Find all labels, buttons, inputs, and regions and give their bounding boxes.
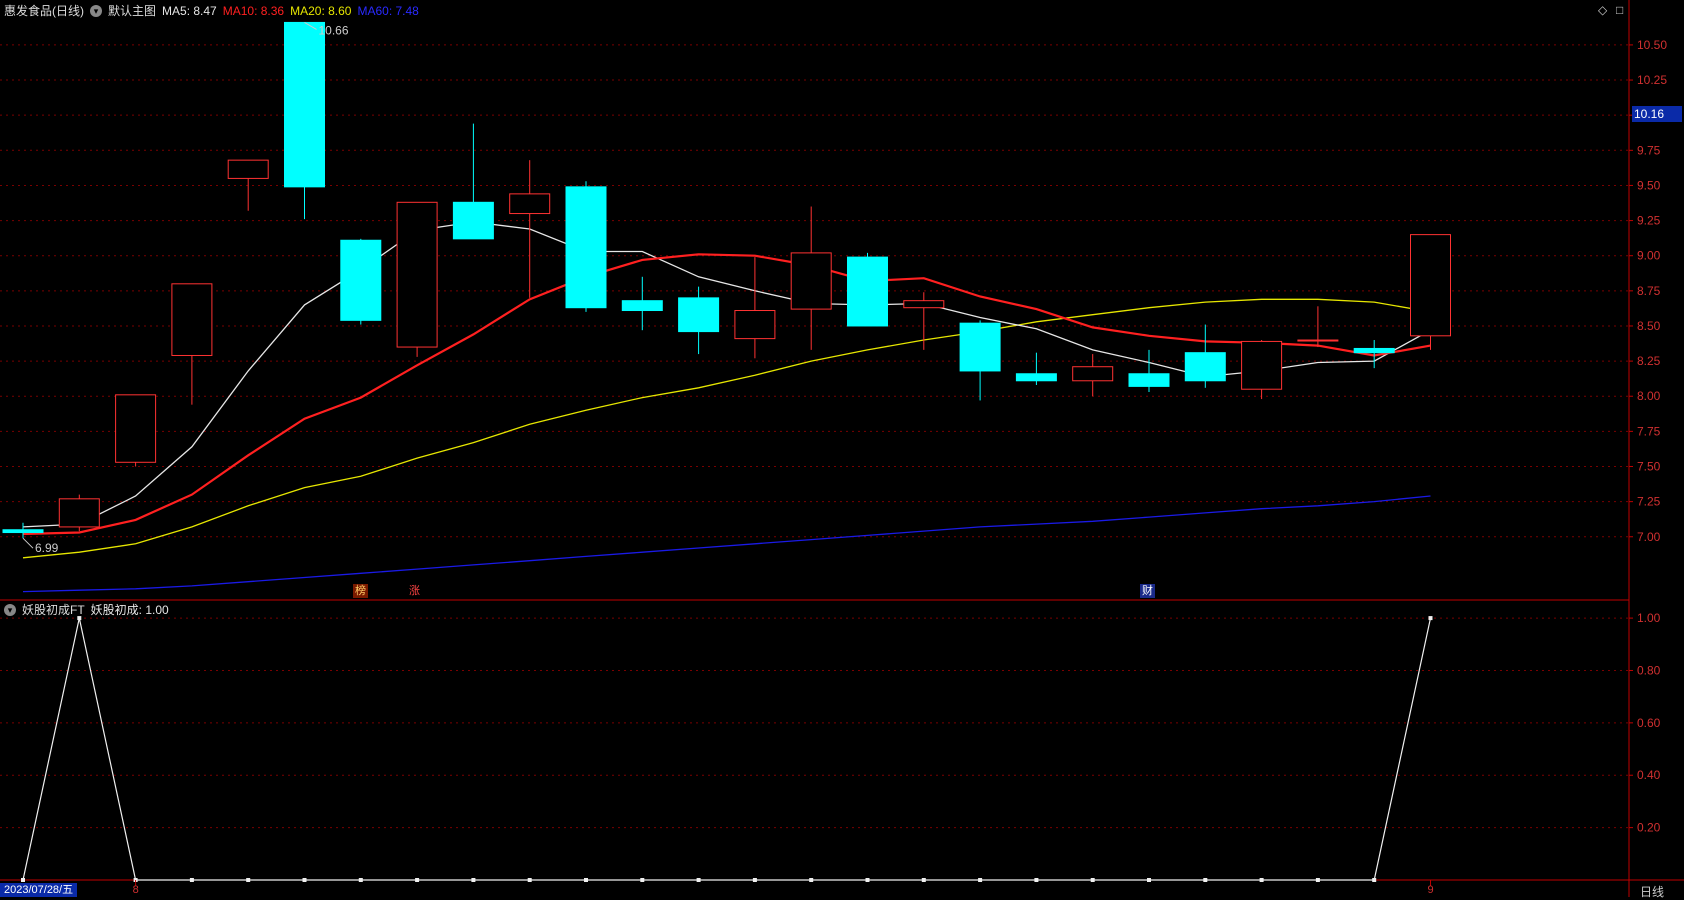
ma5-label: MA5: 8.47 (162, 3, 217, 18)
indicator-point (752, 878, 757, 882)
month-label: 8 (133, 884, 139, 896)
rank-marker[interactable]: 榜 (353, 584, 368, 598)
candle-body-down (565, 186, 607, 309)
candle-body-up (115, 394, 157, 463)
indicator-tick-label: 0.80 (1637, 663, 1661, 677)
price-tick-label: 9.50 (1637, 178, 1661, 192)
indicator-point (302, 878, 307, 882)
indicator-point (1203, 878, 1208, 882)
candle-body-up (1072, 366, 1114, 382)
finance-marker[interactable]: 财 (1140, 584, 1155, 598)
candle-body-down (1353, 347, 1395, 354)
limit-up-marker[interactable]: 涨 (407, 584, 422, 598)
indicator-point (921, 878, 926, 882)
diamond-icon[interactable]: ◇ (1598, 3, 1607, 17)
indicator-point (1372, 878, 1377, 882)
candle-body-down (1128, 373, 1170, 387)
candle-body-down (340, 239, 382, 321)
indicator-point (1428, 616, 1433, 621)
candle-body-down (621, 300, 663, 312)
price-tick-label: 10.25 (1637, 73, 1667, 87)
price-tick-label: 8.75 (1637, 284, 1661, 298)
indicator-point (471, 878, 476, 882)
indicator-point (696, 878, 701, 882)
maximize-icon[interactable]: □ (1616, 3, 1623, 17)
ma20-line (22, 298, 1431, 559)
last-price-tag: 10.16 (1632, 106, 1682, 122)
price-tick-label: 7.00 (1637, 530, 1661, 544)
candle-body-up (1241, 340, 1283, 390)
indicator-point (978, 878, 983, 882)
ma60-line (22, 495, 1431, 593)
candle-body-down (1015, 373, 1057, 382)
period-label[interactable]: 日线 (1640, 883, 1664, 900)
price-tick-label: 8.25 (1637, 354, 1661, 368)
indicator-dropdown-icon[interactable]: ▾ (4, 603, 16, 616)
ma10-line (22, 253, 1431, 536)
candle-body-down (284, 21, 325, 188)
candle-body-up (903, 300, 945, 309)
indicator-point (527, 878, 532, 882)
stock-name[interactable]: 惠发食品(日线) (4, 2, 84, 19)
candle-body-up (227, 159, 269, 179)
indicator-tick-label: 0.40 (1637, 768, 1661, 782)
month-label: 9 (1428, 884, 1434, 896)
indicator-point (809, 878, 814, 882)
indicator-point (1147, 878, 1151, 882)
template-name[interactable]: 默认主图 (108, 2, 156, 19)
template-dropdown-icon[interactable]: ▾ (90, 4, 102, 17)
candle-body-up (734, 310, 776, 340)
ma10-label: MA10: 8.36 (222, 3, 285, 18)
indicator-point (1315, 878, 1320, 882)
candle-body-up (1297, 339, 1339, 342)
indicator-point (1034, 878, 1039, 882)
indicator-point (584, 878, 588, 882)
candle-body-down (2, 529, 44, 534)
ma60-label: MA60: 7.48 (357, 3, 419, 18)
candle-body-down (1184, 352, 1226, 382)
indicator-line (22, 617, 1432, 881)
ma20-label: MA20: 8.60 (290, 3, 352, 18)
indicator-point (1259, 878, 1264, 882)
price-tick-label: 9.25 (1637, 214, 1661, 228)
price-tick-label: 9.75 (1637, 143, 1661, 157)
candle-body-down (678, 297, 720, 333)
indicator-point (358, 878, 363, 882)
candle-body-up (171, 283, 213, 356)
candle-body-up (1410, 234, 1451, 337)
indicator-point (246, 878, 251, 882)
indicator-value: 妖股初成: 1.00 (90, 603, 169, 617)
indicator-point (21, 878, 25, 882)
indicator-point (1090, 878, 1095, 882)
price-tick-label: 7.50 (1637, 459, 1661, 473)
price-tick-label: 7.75 (1637, 424, 1661, 438)
main-chart-header: 惠发食品(日线) ▾ 默认主图 MA5: 8.47 MA10: 8.36 MA2… (4, 2, 419, 19)
candle-body-up (790, 252, 832, 310)
price-tick-label: 9.00 (1637, 249, 1661, 263)
indicator-tick-label: 0.60 (1637, 716, 1661, 730)
indicator-point (189, 878, 194, 882)
chart-canvas[interactable]: 10.5010.2510.009.759.509.259.008.758.508… (0, 0, 1684, 897)
indicator-point (640, 878, 645, 882)
high-label: 10.66 (319, 23, 349, 37)
candle-body-down (452, 201, 494, 240)
candle-body-up (509, 193, 551, 215)
candle-body-down (959, 322, 1001, 372)
indicator-name[interactable]: 妖股初成FT (22, 601, 85, 618)
price-tick-label: 8.50 (1637, 319, 1661, 333)
candle-body-up (396, 201, 438, 348)
cursor-date-label: 2023/07/28/五 (0, 883, 78, 897)
indicator-header: ▾ 妖股初成FT 妖股初成: 1.00 (4, 601, 169, 618)
price-tick-label: 10.50 (1637, 38, 1667, 52)
low-pointer (22, 537, 34, 549)
indicator-tick-label: 0.20 (1637, 821, 1661, 835)
price-tick-label: 7.25 (1637, 495, 1661, 509)
indicator-point (865, 878, 870, 882)
price-tick-label: 8.00 (1637, 389, 1661, 403)
candle-body-up (58, 498, 100, 528)
indicator-tick-label: 1.00 (1637, 611, 1661, 625)
indicator-point (415, 878, 420, 882)
low-label: 6.99 (35, 541, 59, 555)
candle-body-down (847, 256, 888, 327)
